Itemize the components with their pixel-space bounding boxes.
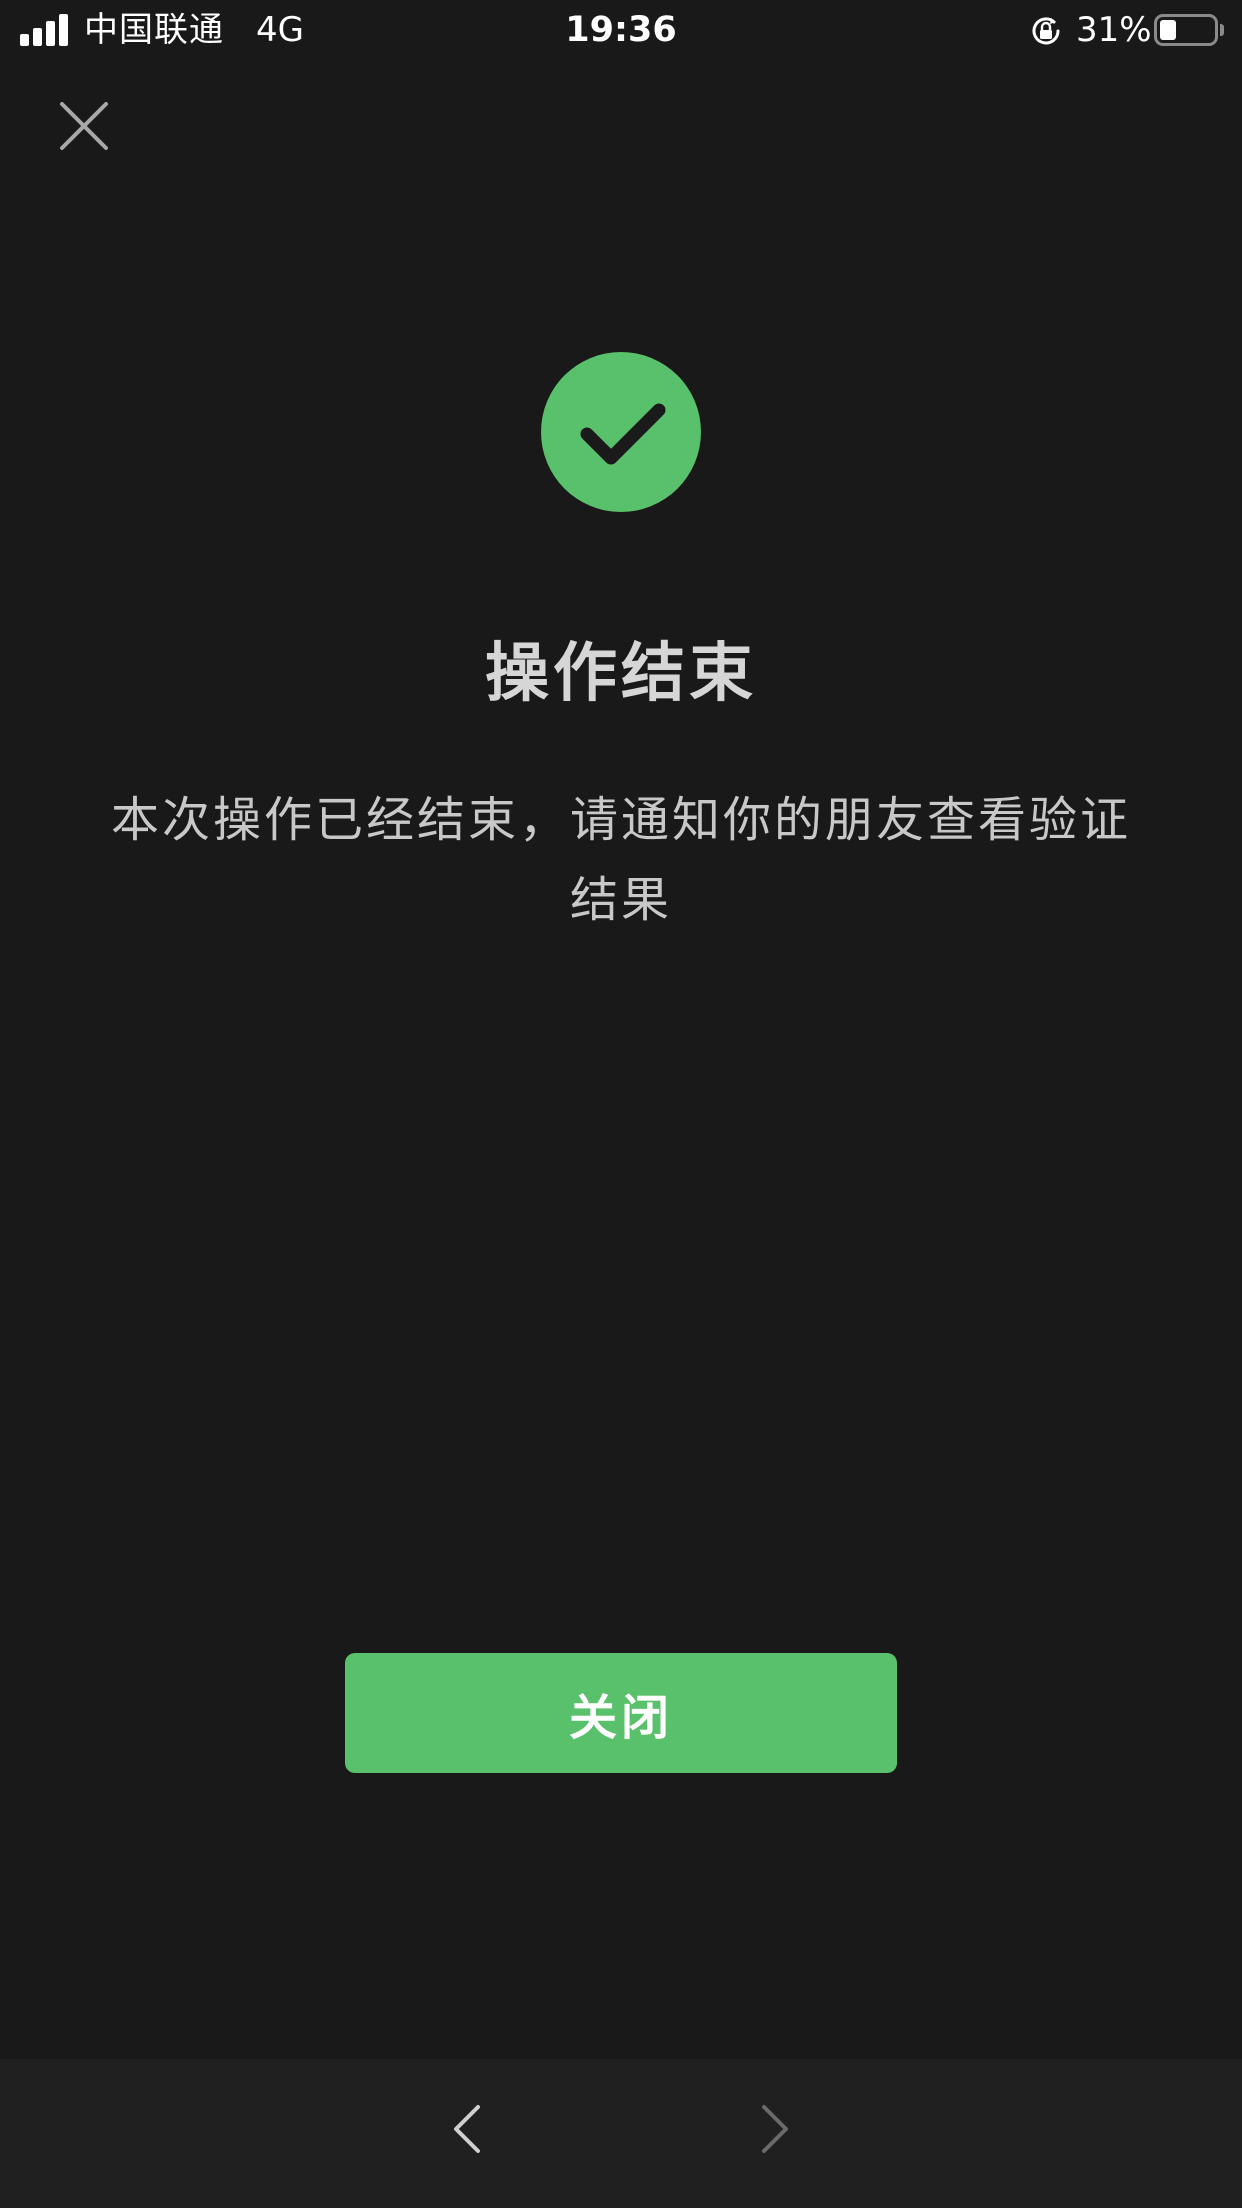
battery-percentage: 31% <box>1076 10 1152 50</box>
carrier-name: 中国联通 <box>84 10 224 50</box>
close-button[interactable]: 关闭 <box>345 1653 897 1773</box>
battery-cap <box>1220 24 1224 36</box>
battery-level-fill <box>1160 20 1176 40</box>
status-time: 19:36 <box>565 10 677 50</box>
chevron-right-icon[interactable] <box>742 2099 802 2159</box>
bottom-toolbar <box>0 2059 1242 2208</box>
chevron-left-icon[interactable] <box>440 2099 500 2159</box>
battery-icon <box>1154 14 1218 46</box>
signal-strength-icon <box>20 14 72 46</box>
result-title: 操作结束 <box>485 637 757 711</box>
result-description: 本次操作已经结束，请通知你的朋友查看验证结果 <box>110 792 1131 928</box>
network-type: 4G <box>256 10 304 50</box>
status-bar: 中国联通 4G 19:36 31% <box>0 0 1242 62</box>
close-icon[interactable] <box>56 98 112 154</box>
rotation-lock-icon <box>1029 14 1063 48</box>
checkmark-circle-icon <box>541 352 701 512</box>
